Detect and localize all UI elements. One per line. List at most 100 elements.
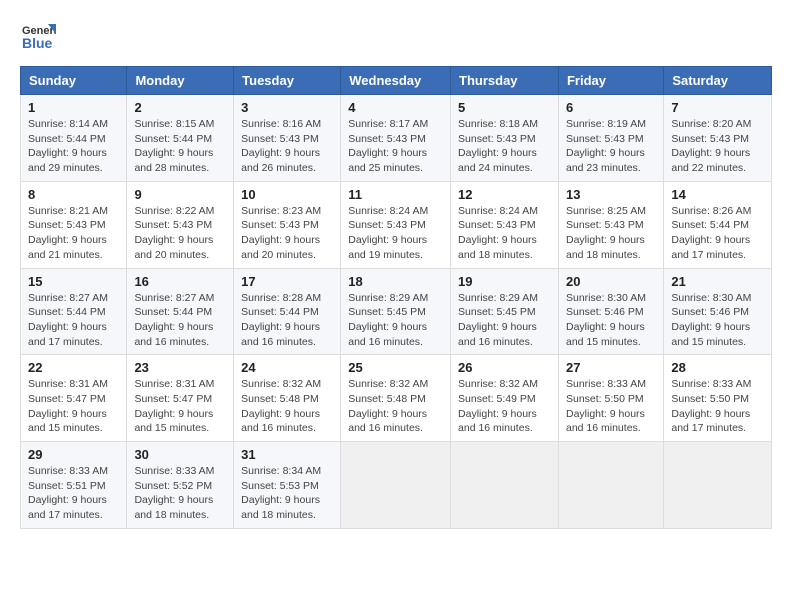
- day-number: 5: [458, 100, 551, 115]
- svg-text:Blue: Blue: [22, 35, 53, 51]
- calendar-cell: [341, 442, 451, 529]
- day-detail: Sunrise: 8:33 AM Sunset: 5:51 PM Dayligh…: [28, 464, 119, 523]
- day-detail: Sunrise: 8:21 AM Sunset: 5:43 PM Dayligh…: [28, 204, 119, 263]
- day-detail: Sunrise: 8:24 AM Sunset: 5:43 PM Dayligh…: [458, 204, 551, 263]
- day-number: 9: [134, 187, 226, 202]
- day-number: 30: [134, 447, 226, 462]
- day-detail: Sunrise: 8:27 AM Sunset: 5:44 PM Dayligh…: [134, 291, 226, 350]
- calendar-cell: 9 Sunrise: 8:22 AM Sunset: 5:43 PM Daylig…: [127, 181, 234, 268]
- page-header: General Blue: [20, 20, 772, 56]
- day-detail: Sunrise: 8:25 AM Sunset: 5:43 PM Dayligh…: [566, 204, 656, 263]
- day-detail: Sunrise: 8:33 AM Sunset: 5:50 PM Dayligh…: [671, 377, 764, 436]
- calendar-cell: 18Sunrise: 8:29 AM Sunset: 5:45 PM Dayli…: [341, 268, 451, 355]
- calendar-cell: 7 Sunrise: 8:20 AM Sunset: 5:43 PM Daylig…: [664, 95, 772, 182]
- calendar-cell: 11 Sunrise: 8:24 AM Sunset: 5:43 PM Dayli…: [341, 181, 451, 268]
- calendar-cell: 15Sunrise: 8:27 AM Sunset: 5:44 PM Dayli…: [21, 268, 127, 355]
- day-number: 14: [671, 187, 764, 202]
- calendar-cell: 12 Sunrise: 8:24 AM Sunset: 5:43 PM Dayli…: [451, 181, 559, 268]
- header-cell-thursday: Thursday: [451, 67, 559, 95]
- day-detail: Sunrise: 8:28 AM Sunset: 5:44 PM Dayligh…: [241, 291, 333, 350]
- calendar-cell: 22 Sunrise: 8:31 AM Sunset: 5:47 PM Dayli…: [21, 355, 127, 442]
- calendar-week-2: 8Sunrise: 8:21 AM Sunset: 5:43 PM Daylig…: [21, 181, 772, 268]
- header-cell-sunday: Sunday: [21, 67, 127, 95]
- calendar-cell: [451, 442, 559, 529]
- calendar-cell: 19 Sunrise: 8:29 AM Sunset: 5:45 PM Dayli…: [451, 268, 559, 355]
- day-number: 1: [28, 100, 119, 115]
- day-detail: Sunrise: 8:29 AM Sunset: 5:45 PM Dayligh…: [458, 291, 551, 350]
- day-detail: Sunrise: 8:31 AM Sunset: 5:47 PM Dayligh…: [28, 377, 119, 436]
- day-number: 10: [241, 187, 333, 202]
- calendar-cell: 29 Sunrise: 8:33 AM Sunset: 5:51 PM Dayli…: [21, 442, 127, 529]
- day-number: 26: [458, 360, 551, 375]
- day-detail: Sunrise: 8:22 AM Sunset: 5:43 PM Dayligh…: [134, 204, 226, 263]
- day-detail: Sunrise: 8:17 AM Sunset: 5:43 PM Dayligh…: [348, 117, 443, 176]
- day-number: 28: [671, 360, 764, 375]
- day-number: 17: [241, 274, 333, 289]
- calendar-cell: 25 Sunrise: 8:32 AM Sunset: 5:48 PM Dayli…: [341, 355, 451, 442]
- calendar-cell: 2Sunrise: 8:15 AM Sunset: 5:44 PM Daylig…: [127, 95, 234, 182]
- day-number: 3: [241, 100, 333, 115]
- day-number: 21: [671, 274, 764, 289]
- day-number: 4: [348, 100, 443, 115]
- day-detail: Sunrise: 8:30 AM Sunset: 5:46 PM Dayligh…: [671, 291, 764, 350]
- day-detail: Sunrise: 8:24 AM Sunset: 5:43 PM Dayligh…: [348, 204, 443, 263]
- header-cell-wednesday: Wednesday: [341, 67, 451, 95]
- day-detail: Sunrise: 8:18 AM Sunset: 5:43 PM Dayligh…: [458, 117, 551, 176]
- calendar-cell: [558, 442, 663, 529]
- calendar-week-5: 29 Sunrise: 8:33 AM Sunset: 5:51 PM Dayli…: [21, 442, 772, 529]
- calendar-cell: 27Sunrise: 8:33 AM Sunset: 5:50 PM Dayli…: [558, 355, 663, 442]
- calendar-cell: 3 Sunrise: 8:16 AM Sunset: 5:43 PM Daylig…: [234, 95, 341, 182]
- day-detail: Sunrise: 8:31 AM Sunset: 5:47 PM Dayligh…: [134, 377, 226, 436]
- calendar-cell: 23 Sunrise: 8:31 AM Sunset: 5:47 PM Dayli…: [127, 355, 234, 442]
- day-number: 25: [348, 360, 443, 375]
- day-detail: Sunrise: 8:32 AM Sunset: 5:48 PM Dayligh…: [241, 377, 333, 436]
- calendar-week-1: 1 Sunrise: 8:14 AM Sunset: 5:44 PM Daylig…: [21, 95, 772, 182]
- day-number: 11: [348, 187, 443, 202]
- day-number: 27: [566, 360, 656, 375]
- day-number: 23: [134, 360, 226, 375]
- day-detail: Sunrise: 8:23 AM Sunset: 5:43 PM Dayligh…: [241, 204, 333, 263]
- calendar-cell: 14 Sunrise: 8:26 AM Sunset: 5:44 PM Dayli…: [664, 181, 772, 268]
- calendar-week-4: 22 Sunrise: 8:31 AM Sunset: 5:47 PM Dayli…: [21, 355, 772, 442]
- day-number: 22: [28, 360, 119, 375]
- calendar-cell: 24 Sunrise: 8:32 AM Sunset: 5:48 PM Dayli…: [234, 355, 341, 442]
- header-cell-saturday: Saturday: [664, 67, 772, 95]
- day-detail: Sunrise: 8:34 AM Sunset: 5:53 PM Dayligh…: [241, 464, 333, 523]
- calendar-week-3: 15 Sunrise: 8:27 AM Sunset: 5:44 PM Dayli…: [21, 268, 772, 355]
- calendar-cell: 13 Sunrise: 8:25 AM Sunset: 5:43 PM Dayli…: [558, 181, 663, 268]
- day-detail: Sunrise: 8:32 AM Sunset: 5:49 PM Dayligh…: [458, 377, 551, 436]
- day-number: 24: [241, 360, 333, 375]
- calendar-cell: 28 Sunrise: 8:33 AM Sunset: 5:50 PM Dayli…: [664, 355, 772, 442]
- day-detail: Sunrise: 8:32 AM Sunset: 5:48 PM Dayligh…: [348, 377, 443, 436]
- day-number: 6: [566, 100, 656, 115]
- logo: General Blue: [20, 20, 60, 56]
- day-detail: Sunrise: 8:20 AM Sunset: 5:43 PM Dayligh…: [671, 117, 764, 176]
- calendar-cell: 1 Sunrise: 8:14 AM Sunset: 5:44 PM Daylig…: [21, 95, 127, 182]
- day-detail: Sunrise: 8:30 AM Sunset: 5:46 PM Dayligh…: [566, 291, 656, 350]
- day-detail: Sunrise: 8:33 AM Sunset: 5:52 PM Dayligh…: [134, 464, 226, 523]
- calendar-cell: 8Sunrise: 8:21 AM Sunset: 5:43 PM Daylig…: [21, 181, 127, 268]
- day-number: 12: [458, 187, 551, 202]
- day-number: 19: [458, 274, 551, 289]
- calendar-cell: 4 Sunrise: 8:17 AM Sunset: 5:43 PM Daylig…: [341, 95, 451, 182]
- header-cell-friday: Friday: [558, 67, 663, 95]
- day-number: 7: [671, 100, 764, 115]
- day-detail: Sunrise: 8:16 AM Sunset: 5:43 PM Dayligh…: [241, 117, 333, 176]
- logo-icon: General Blue: [20, 20, 56, 56]
- day-detail: Sunrise: 8:14 AM Sunset: 5:44 PM Dayligh…: [28, 117, 119, 176]
- day-detail: Sunrise: 8:19 AM Sunset: 5:43 PM Dayligh…: [566, 117, 656, 176]
- day-number: 15: [28, 274, 119, 289]
- calendar-cell: 26 Sunrise: 8:32 AM Sunset: 5:49 PM Dayli…: [451, 355, 559, 442]
- calendar-table: SundayMondayTuesdayWednesdayThursdayFrid…: [20, 66, 772, 529]
- calendar-cell: 30 Sunrise: 8:33 AM Sunset: 5:52 PM Dayli…: [127, 442, 234, 529]
- day-detail: Sunrise: 8:29 AM Sunset: 5:45 PM Dayligh…: [348, 291, 443, 350]
- calendar-cell: 31 Sunrise: 8:34 AM Sunset: 5:53 PM Dayli…: [234, 442, 341, 529]
- calendar-cell: 16Sunrise: 8:27 AM Sunset: 5:44 PM Dayli…: [127, 268, 234, 355]
- day-detail: Sunrise: 8:26 AM Sunset: 5:44 PM Dayligh…: [671, 204, 764, 263]
- day-number: 13: [566, 187, 656, 202]
- day-number: 31: [241, 447, 333, 462]
- calendar-cell: 10 Sunrise: 8:23 AM Sunset: 5:43 PM Dayli…: [234, 181, 341, 268]
- day-number: 20: [566, 274, 656, 289]
- calendar-cell: 21 Sunrise: 8:30 AM Sunset: 5:46 PM Dayli…: [664, 268, 772, 355]
- day-number: 29: [28, 447, 119, 462]
